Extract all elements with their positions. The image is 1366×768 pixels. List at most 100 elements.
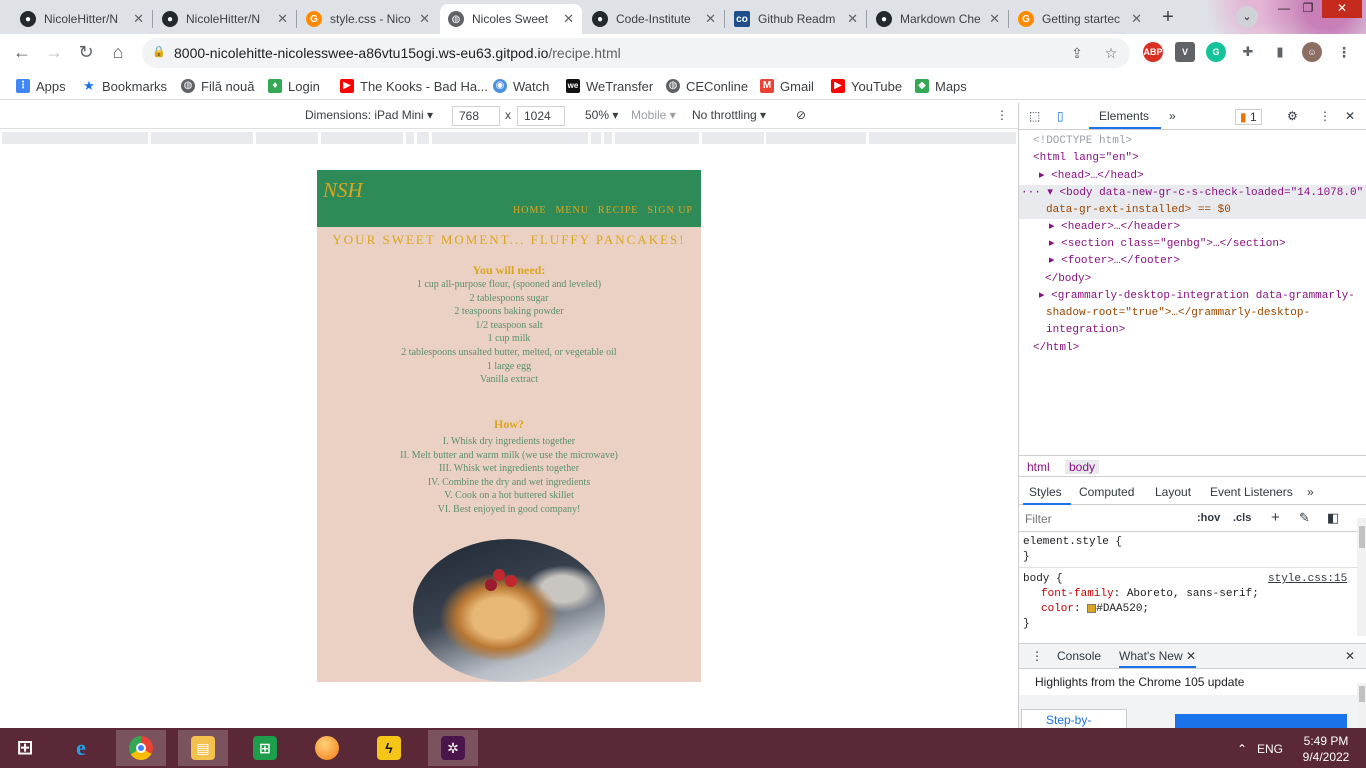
dom-node[interactable]: ▸ <footer>…</footer> <box>1049 253 1180 270</box>
tab-whats-new[interactable]: What's New ✕ <box>1119 649 1197 668</box>
dom-node[interactable]: ▸ <head>…</head> <box>1039 168 1144 185</box>
browser-tab[interactable]: G style.css - Nico ✕ <box>298 4 438 34</box>
dom-node[interactable]: ▸ <header>…</header> <box>1049 219 1180 236</box>
media-query-segment[interactable] <box>591 132 601 144</box>
bookmark-youtube[interactable]: ▶ YouTube <box>831 76 902 96</box>
browser-tab[interactable]: G Getting startec ✕ <box>1010 4 1150 34</box>
grammarly-icon[interactable]: G <box>1206 42 1226 62</box>
dom-node[interactable]: </html> <box>1033 340 1079 357</box>
dom-node[interactable]: ▸ <section class="genbg">…</section> <box>1049 236 1286 253</box>
taskbar-chrome[interactable] <box>116 730 166 766</box>
close-icon[interactable]: ✕ <box>705 11 716 27</box>
nav-recipe[interactable]: RECIPE <box>598 205 638 216</box>
media-query-segment[interactable] <box>256 132 318 144</box>
device-toggle-icon[interactable]: ▯ <box>1057 109 1064 123</box>
add-rule-icon[interactable]: + <box>1271 509 1280 526</box>
browser-tab[interactable]: ● NicoleHitter/N ✕ <box>154 4 296 34</box>
bookmark-ceconline[interactable]: ◍ CEConline <box>666 76 748 96</box>
rule-selector[interactable]: element.style { <box>1023 535 1122 550</box>
device-menu-icon[interactable]: ⋮ <box>996 108 1008 122</box>
close-window-icon[interactable]: ✕ <box>1322 0 1362 18</box>
share-icon[interactable]: ⇪ <box>1068 44 1086 62</box>
restore-icon[interactable]: ❐ <box>1296 0 1320 18</box>
close-icon[interactable]: ✕ <box>1186 649 1196 663</box>
back-icon[interactable]: ← <box>10 42 34 64</box>
media-query-segment[interactable] <box>766 132 866 144</box>
close-icon[interactable]: ✕ <box>1131 11 1142 27</box>
minimize-icon[interactable]: — <box>1272 0 1296 18</box>
site-logo[interactable]: NSH <box>323 178 363 203</box>
nav-home[interactable]: HOME <box>513 205 546 216</box>
forward-icon[interactable]: → <box>42 42 66 64</box>
taskbar-slack[interactable]: ✲ <box>428 730 478 766</box>
side-panel-icon[interactable]: ▮ <box>1270 42 1290 62</box>
issues-badge[interactable]: ▮ 1 <box>1235 109 1262 125</box>
taskbar-ie[interactable]: e <box>56 730 106 766</box>
tab-console[interactable]: Console <box>1057 649 1101 663</box>
reload-icon[interactable]: ↻ <box>74 42 98 64</box>
profile-avatar[interactable]: ☺ <box>1302 42 1322 62</box>
tab-layout[interactable]: Layout <box>1155 485 1191 499</box>
width-input[interactable]: 768 <box>452 106 500 126</box>
nav-sign-up[interactable]: SIGN UP <box>647 205 693 216</box>
media-query-segment[interactable] <box>604 132 612 144</box>
tab-styles[interactable]: Styles <box>1029 485 1062 499</box>
media-query-segment[interactable] <box>702 132 764 144</box>
tab-computed[interactable]: Computed <box>1079 485 1134 499</box>
dom-node[interactable]: ▸ <grammarly-desktop-integration data-gr… <box>1039 288 1355 305</box>
media-query-segment[interactable] <box>2 132 148 144</box>
height-input[interactable]: 1024 <box>517 106 565 126</box>
tab-event-listeners[interactable]: Event Listeners <box>1210 485 1293 499</box>
mobile-select[interactable]: Mobile ▾ <box>631 108 676 122</box>
device-select[interactable]: Dimensions: iPad Mini ▾ <box>305 108 433 122</box>
dom-node[interactable]: <html lang="en"> <box>1033 150 1139 167</box>
styles-scrollbar[interactable] <box>1357 518 1366 636</box>
bookmark-apps[interactable]: ⋮ Apps <box>16 76 66 96</box>
nav-menu[interactable]: MENU <box>555 205 588 216</box>
close-icon[interactable]: ✕ <box>989 11 1000 27</box>
browser-tab[interactable]: ● Markdown Che ✕ <box>868 4 1008 34</box>
media-query-segment[interactable] <box>615 132 699 144</box>
inspect-icon[interactable]: ⬚ <box>1029 109 1040 123</box>
drawer-menu-icon[interactable]: ⋮ <box>1031 649 1043 663</box>
taskbar-store[interactable]: ⊞ <box>240 730 290 766</box>
dom-node[interactable]: </body> <box>1045 271 1091 288</box>
settings-gear-icon[interactable]: ⚙ <box>1287 109 1298 123</box>
crumb-body[interactable]: body <box>1065 460 1100 474</box>
rule-source-link[interactable]: style.css:15 <box>1268 572 1347 587</box>
devtools-menu-icon[interactable]: ⋮ <box>1319 109 1331 123</box>
color-swatch[interactable] <box>1087 603 1097 613</box>
menu-kebab-icon[interactable]: ⋮ <box>1334 42 1354 62</box>
bookmark-maps[interactable]: ◆ Maps <box>915 76 967 96</box>
bookmark-bookmarks[interactable]: ★ Bookmarks <box>82 76 167 96</box>
zoom-select[interactable]: 50% ▾ <box>585 108 618 122</box>
close-icon[interactable]: ✕ <box>419 11 430 27</box>
rule-declaration[interactable]: font-family: Aboreto, sans-serif; <box>1041 587 1259 602</box>
styles-filter-input[interactable] <box>1023 509 1183 529</box>
bookmark-the-kooks[interactable]: ▶ The Kooks - Bad Ha... <box>340 76 488 96</box>
start-button[interactable]: ⊞ <box>0 730 50 766</box>
bookmark-gmail[interactable]: M Gmail <box>760 76 814 96</box>
dom-node[interactable]: <!DOCTYPE html> <box>1033 133 1132 150</box>
media-query-segment[interactable] <box>321 132 403 144</box>
taskbar-app-orange[interactable] <box>302 730 352 766</box>
cls-toggle[interactable]: .cls <box>1233 512 1251 524</box>
scrollbar-thumb[interactable] <box>1359 686 1365 702</box>
more-tabs-icon[interactable]: » <box>1307 485 1314 499</box>
throttling-select[interactable]: No throttling ▾ <box>692 108 766 122</box>
bookmark-fila-noua[interactable]: ◍ Filă nouă <box>181 76 254 96</box>
media-query-segment[interactable] <box>151 132 253 144</box>
system-clock[interactable]: 5:49 PM 9/4/2022 <box>1298 733 1354 765</box>
browser-tab[interactable]: ● Code-Institute ✕ <box>584 4 724 34</box>
more-tabs-icon[interactable]: » <box>1169 109 1176 123</box>
rule-selector[interactable]: body { <box>1023 572 1063 587</box>
close-icon[interactable]: ✕ <box>847 11 858 27</box>
paint-icon[interactable]: ✎ <box>1299 510 1310 526</box>
close-devtools-icon[interactable]: ✕ <box>1345 109 1355 123</box>
rule-declaration[interactable]: color: #DAA520; <box>1041 602 1149 617</box>
close-icon[interactable]: ✕ <box>563 11 574 27</box>
close-drawer-icon[interactable]: ✕ <box>1345 649 1355 663</box>
dom-node-selected[interactable]: ··· ▾ <body data-new-gr-c-s-check-loaded… <box>1021 185 1363 202</box>
browser-tab-active[interactable]: ◍ Nicoles Sweet ✕ <box>440 4 582 34</box>
media-query-segment[interactable] <box>406 132 414 144</box>
